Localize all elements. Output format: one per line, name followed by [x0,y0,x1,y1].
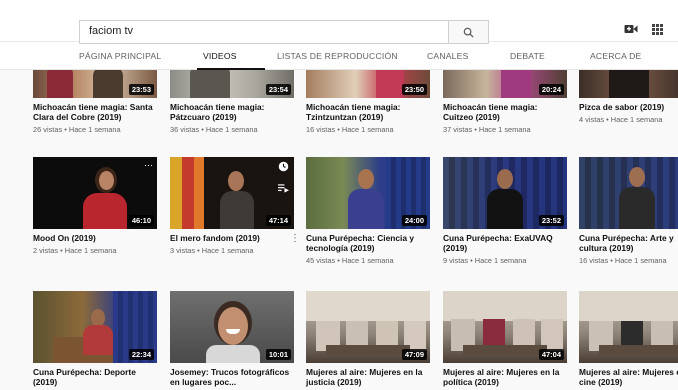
video-card[interactable]: Pizca de sabor (2019) 4 vistas • Hace 1 … [579,70,678,124]
video-title[interactable]: Mujeres al aire: Mujeres en el cine (201… [579,367,678,387]
video-card[interactable]: ⋯ 46:10 Mood On (2019) 2 vistas • Hace 1… [33,157,157,255]
video-meta: 9 vistas • Hace 1 semana [443,256,527,265]
video-thumbnail[interactable]: 22:34 [33,291,157,363]
video-card[interactable]: 20:24 Michoacán tiene magia: Cuitzeo (20… [443,70,567,134]
video-card[interactable]: 22:34 Cuna Purépecha: Deporte (2019) [33,291,157,387]
video-thumbnail[interactable]: 23:54 [170,70,294,98]
video-title[interactable]: Mujeres al aire: Mujeres en la justicia … [306,367,430,387]
video-thumbnail[interactable] [579,70,678,98]
video-duration: 10:01 [265,349,291,360]
video-duration: 20:24 [538,84,564,95]
video-duration: 23:54 [265,84,291,95]
video-duration: 46:10 [128,215,154,226]
search-icon [463,27,474,38]
video-title[interactable]: El mero fandom (2019) [170,233,294,243]
video-title[interactable]: Cuna Purépecha: Deporte (2019) [33,367,157,387]
video-card[interactable]: 24:00 Cuna Purépecha: Ciencia y tecnolog… [306,157,430,265]
video-thumbnail[interactable]: 23:52 [443,157,567,229]
video-meta: 37 vistas • Hace 1 semana [443,125,531,134]
video-title[interactable]: Pizca de sabor (2019) [579,102,678,112]
video-meta: 4 vistas • Hace 1 semana [579,115,663,124]
video-meta: 3 vistas • Hace 1 semana [170,246,254,255]
search-query: faciom tv [89,25,134,37]
tab-acerca-de[interactable]: ACERCA DE [590,51,641,61]
search-button[interactable] [449,20,489,44]
video-thumbnail[interactable]: 20:24 [443,70,567,98]
watch-later-icon[interactable] [278,161,289,172]
video-title[interactable]: Cuna Purépecha: Arte y cultura (2019) [579,233,678,253]
video-title[interactable]: Michoacán tiene magia: Tzintzuntzan (201… [306,102,430,122]
video-thumbnail[interactable]: 24:00 [306,157,430,229]
video-title[interactable]: Michoacán tiene magia: Santa Clara del C… [33,102,157,122]
apps-grid-icon[interactable] [652,24,663,35]
video-grid: 23:53 Michoacán tiene magia: Santa Clara… [0,70,678,390]
more-options-icon[interactable]: ⋯ [144,160,153,171]
video-thumbnail[interactable] [579,291,678,363]
video-meta: 16 vistas • Hace 1 semana [306,125,394,134]
video-duration: 23:50 [401,84,427,95]
search-input[interactable]: faciom tv [79,20,449,44]
video-card[interactable]: 47:14 El mero fandom (2019) 3 vistas • H… [170,157,300,255]
video-card[interactable]: 47:04 Mujeres al aire: Mujeres en la pol… [443,291,567,387]
video-title[interactable]: Josemey: Trucos fotográficos en lugares … [170,367,294,387]
video-title[interactable]: Mood On (2019) [33,233,157,243]
video-meta: 26 vistas • Hace 1 semana [33,125,121,134]
video-duration: 47:09 [401,349,427,360]
video-title[interactable]: Michoacán tiene magia: Cuitzeo (2019) [443,102,567,122]
video-duration: 23:52 [538,215,564,226]
video-card[interactable]: Cuna Purépecha: Arte y cultura (2019) 16… [579,157,678,265]
video-title[interactable]: Michoacán tiene magia: Pátzcuaro (2019) [170,102,294,122]
video-title[interactable]: Cuna Purépecha: Ciencia y tecnología (20… [306,233,430,253]
video-thumbnail[interactable]: ⋯ 46:10 [33,157,157,229]
video-thumbnail[interactable]: 47:09 [306,291,430,363]
video-card[interactable]: 23:53 Michoacán tiene magia: Santa Clara… [33,70,157,134]
tab-listas-de-reproduccion[interactable]: LISTAS DE REPRODUCCIÓN [277,51,398,61]
video-card[interactable]: 23:52 Cuna Purépecha: ExaUVAQ (2019) 9 v… [443,157,567,265]
video-meta: 16 vistas • Hace 1 semana [579,256,667,265]
video-meta: 2 vistas • Hace 1 semana [33,246,117,255]
tab-pagina-principal[interactable]: PÁGINA PRINCIPAL [79,51,161,61]
video-card[interactable]: 23:54 Michoacán tiene magia: Pátzcuaro (… [170,70,294,134]
video-duration: 47:04 [538,349,564,360]
video-thumbnail[interactable] [579,157,678,229]
tab-debate[interactable]: DEBATE [510,51,545,61]
video-thumbnail[interactable]: 23:50 [306,70,430,98]
video-thumbnail[interactable]: 47:04 [443,291,567,363]
video-card[interactable]: 47:09 Mujeres al aire: Mujeres en la jus… [306,291,430,387]
video-card[interactable]: 23:50 Michoacán tiene magia: Tzintzuntza… [306,70,430,134]
channel-tabs: PÁGINA PRINCIPAL VIDEOS LISTAS DE REPROD… [0,44,678,70]
video-title[interactable]: Cuna Purépecha: ExaUVAQ (2019) [443,233,567,253]
top-bar: faciom tv [0,0,678,44]
tab-canales[interactable]: CANALES [427,51,469,61]
kebab-menu-icon[interactable]: ⋮ [290,233,300,244]
tab-videos[interactable]: VIDEOS [203,51,237,61]
video-duration: 47:14 [265,215,291,226]
video-card[interactable]: Mujeres al aire: Mujeres en el cine (201… [579,291,678,387]
video-meta: 36 vistas • Hace 1 semana [170,125,258,134]
video-duration: 24:00 [401,215,427,226]
video-meta: 45 vistas • Hace 1 semana [306,256,394,265]
video-thumbnail[interactable]: 23:53 [33,70,157,98]
add-to-queue-icon[interactable] [278,183,289,193]
video-duration: 23:53 [128,84,154,95]
video-thumbnail[interactable]: 47:14 [170,157,294,229]
video-card[interactable]: 10:01 Josemey: Trucos fotográficos en lu… [170,291,294,387]
video-camera-icon[interactable] [624,24,638,34]
video-title[interactable]: Mujeres al aire: Mujeres en la política … [443,367,567,387]
video-duration: 22:34 [128,349,154,360]
video-thumbnail[interactable]: 10:01 [170,291,294,363]
